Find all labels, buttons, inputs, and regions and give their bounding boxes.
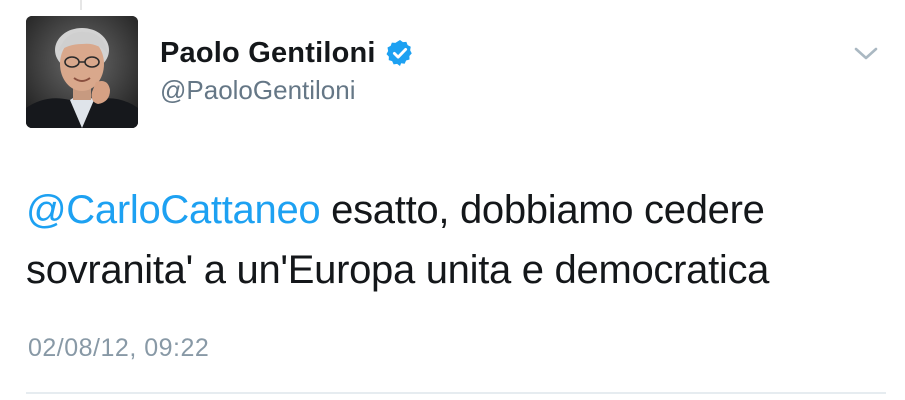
top-edge xyxy=(0,0,905,10)
chevron-down-icon[interactable] xyxy=(853,45,879,63)
separator-tick xyxy=(80,0,82,10)
divider xyxy=(26,392,886,394)
tweet-timestamp[interactable]: 02/08/12, 09:22 xyxy=(28,334,209,363)
author-handle[interactable]: @PaoloGentiloni xyxy=(160,75,356,106)
avatar[interactable] xyxy=(26,16,138,128)
tweet-text: @CarloCattaneo esatto, dobbiamo cedere s… xyxy=(26,180,886,300)
verified-badge-icon xyxy=(385,38,415,68)
author-name-row: Paolo Gentiloni xyxy=(160,36,415,70)
author-display-name[interactable]: Paolo Gentiloni xyxy=(160,37,376,70)
tweet-text-line1: esatto, dobbiamo cedere xyxy=(320,188,765,232)
mention-link[interactable]: @CarloCattaneo xyxy=(26,188,321,232)
tweet-text-line2: sovranita' a un'Europa unita e democrati… xyxy=(26,248,770,292)
profile-photo-icon xyxy=(26,16,138,128)
